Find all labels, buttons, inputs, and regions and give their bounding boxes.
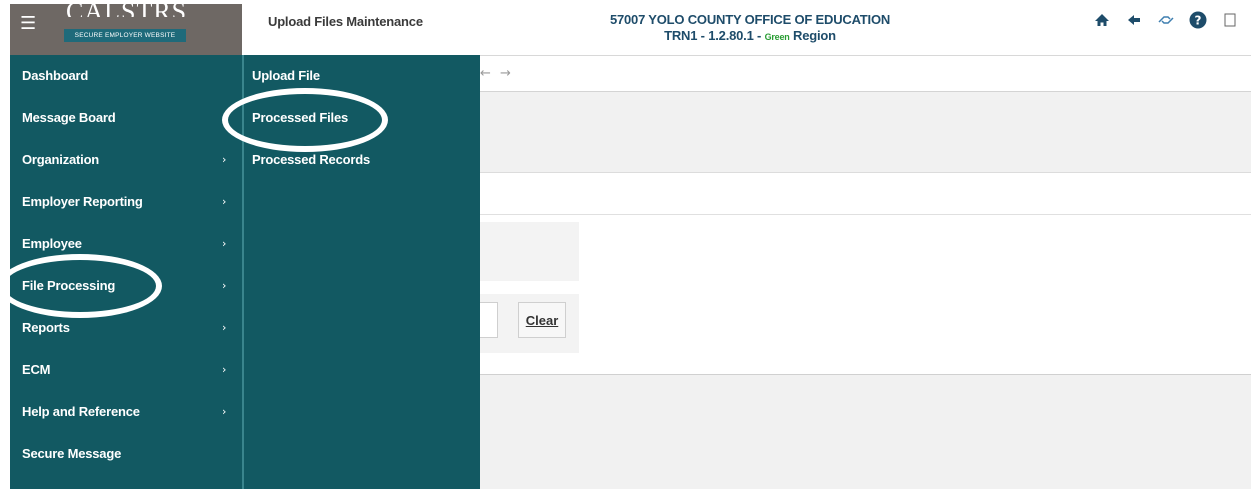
chevron-right-icon: › bbox=[222, 237, 227, 250]
chevron-right-icon: › bbox=[222, 405, 227, 418]
help-icon[interactable]: ? bbox=[1188, 10, 1208, 30]
organization-name: 57007 YOLO COUNTY OFFICE OF EDUCATION bbox=[609, 12, 891, 27]
forward-nav-icon[interactable]: → bbox=[500, 66, 511, 81]
environment-version: TRN1 - 1.2.80.1 - bbox=[664, 28, 765, 43]
chevron-right-icon: › bbox=[222, 153, 227, 166]
brand-subtitle: SECURE EMPLOYER WEBSITE bbox=[64, 29, 186, 42]
top-header: ☰ CALSTRS SECURE EMPLOYER WEBSITE Upload… bbox=[10, 4, 1251, 55]
menu-item-label: Dashboard bbox=[22, 68, 89, 83]
svg-text:?: ? bbox=[1195, 14, 1202, 28]
menu-item-help-and-reference[interactable]: Help and Reference › bbox=[10, 391, 242, 433]
submenu-item-processed-records[interactable]: Processed Records bbox=[244, 139, 480, 181]
environment-info: TRN1 - 1.2.80.1 - Green Region bbox=[570, 28, 930, 43]
menu-item-ecm[interactable]: ECM › bbox=[10, 349, 242, 391]
submenu-item-label: Upload File bbox=[252, 68, 320, 83]
menu-item-label: File Processing bbox=[22, 278, 116, 293]
main-menu: Dashboard Message Board Organization › Em… bbox=[10, 55, 242, 489]
menu-item-reports[interactable]: Reports › bbox=[10, 307, 242, 349]
environment-color: Green bbox=[764, 32, 790, 42]
menu-item-employer-reporting[interactable]: Employer Reporting › bbox=[10, 181, 242, 223]
menu-item-employee[interactable]: Employee › bbox=[10, 223, 242, 265]
link-icon[interactable] bbox=[1156, 10, 1176, 30]
submenu-item-upload-file[interactable]: Upload File bbox=[244, 55, 480, 97]
chevron-right-icon: › bbox=[222, 279, 227, 292]
menu-item-dashboard[interactable]: Dashboard bbox=[10, 55, 242, 97]
chevron-right-icon: › bbox=[222, 363, 227, 376]
clear-button[interactable]: Clear bbox=[518, 302, 566, 338]
header-toolbar: ? bbox=[1092, 9, 1240, 31]
submenu-item-label: Processed Records bbox=[252, 152, 370, 167]
page-title: Upload Files Maintenance bbox=[268, 14, 423, 29]
hamburger-menu-icon[interactable]: ☰ bbox=[20, 15, 36, 33]
menu-item-file-processing[interactable]: File Processing › bbox=[10, 265, 242, 307]
menu-item-label: Message Board bbox=[22, 110, 116, 125]
menu-item-organization[interactable]: Organization › bbox=[10, 139, 242, 181]
chevron-right-icon: › bbox=[222, 195, 227, 208]
menu-item-label: Reports bbox=[22, 320, 70, 335]
file-processing-submenu: Upload File Processed Files Processed Re… bbox=[244, 55, 480, 489]
back-nav-icon[interactable]: ← bbox=[480, 66, 491, 81]
home-icon[interactable] bbox=[1092, 10, 1112, 30]
menu-item-secure-message[interactable]: Secure Message bbox=[10, 433, 242, 475]
environment-region: Region bbox=[789, 28, 836, 43]
chevron-right-icon: › bbox=[222, 321, 227, 334]
menu-item-label: Employee bbox=[22, 236, 82, 251]
menu-item-label: Help and Reference bbox=[22, 404, 140, 419]
menu-item-label: ECM bbox=[22, 362, 51, 377]
menu-item-label: Organization bbox=[22, 152, 100, 167]
window-icon[interactable] bbox=[1220, 10, 1240, 30]
menu-item-label: Employer Reporting bbox=[22, 194, 143, 209]
submenu-item-label: Processed Files bbox=[252, 110, 348, 125]
menu-item-label: Secure Message bbox=[22, 446, 122, 461]
submenu-item-processed-files[interactable]: Processed Files bbox=[244, 97, 480, 139]
app-window: ← → Clear ☰ CALSTRS SECURE EMPLOYER WEBS… bbox=[10, 4, 1251, 489]
logo-block: ☰ CALSTRS SECURE EMPLOYER WEBSITE bbox=[10, 4, 242, 55]
back-arrow-icon[interactable] bbox=[1124, 10, 1144, 30]
menu-item-message-board[interactable]: Message Board bbox=[10, 97, 242, 139]
brand-logo[interactable]: CALSTRS bbox=[66, 4, 186, 17]
